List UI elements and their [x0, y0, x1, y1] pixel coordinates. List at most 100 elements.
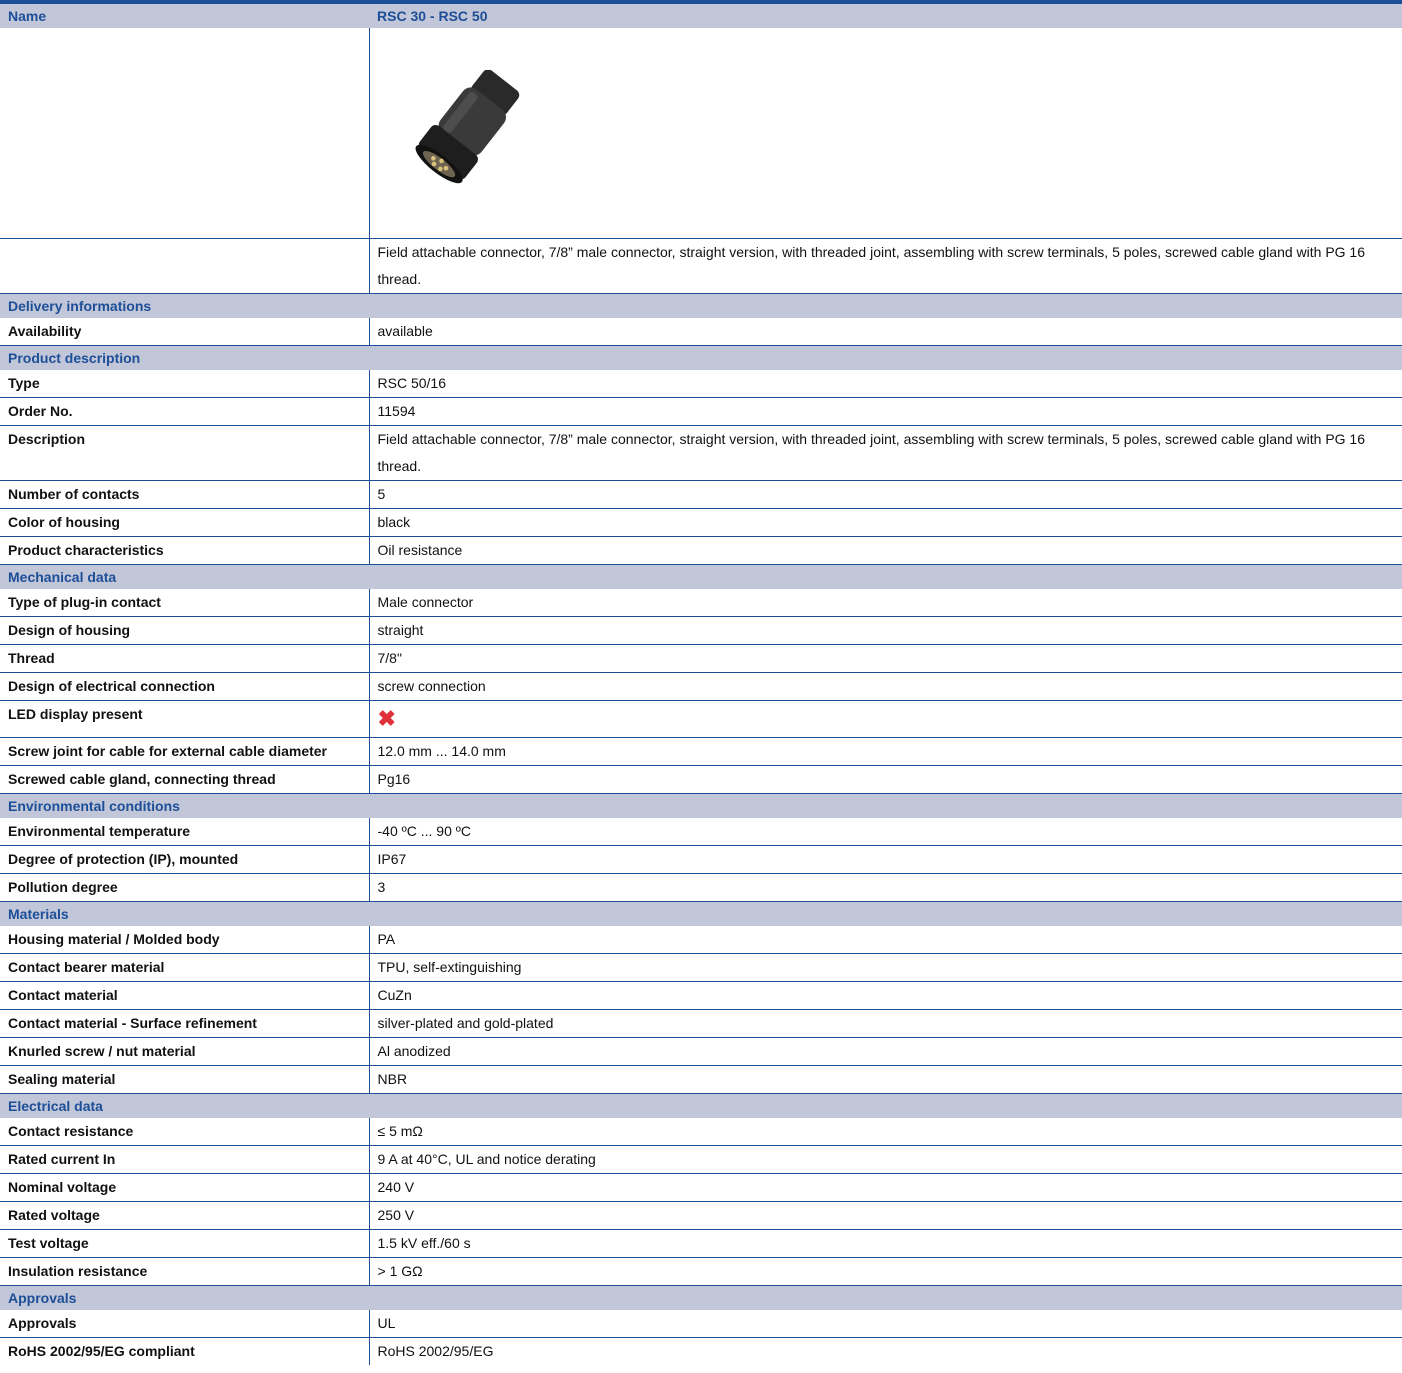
spec-value: 12.0 mm ... 14.0 mm — [368, 737, 1402, 766]
spec-label: Contact material - Surface refinement — [0, 1009, 369, 1038]
spec-row-test-voltage: Test voltage 1.5 kV eff./60 s — [0, 1229, 1402, 1258]
spec-label: Screw joint for cable for external cable… — [0, 737, 369, 766]
spec-label: Degree of protection (IP), mounted — [0, 845, 369, 874]
spec-row-rated-voltage: Rated voltage 250 V — [0, 1201, 1402, 1230]
spec-label: Product characteristics — [0, 536, 369, 565]
spec-label: Screwed cable gland, connecting thread — [0, 765, 369, 794]
spec-label: Sealing material — [0, 1065, 369, 1094]
spec-label: Environmental temperature — [0, 818, 369, 846]
product-image — [415, 70, 519, 184]
spec-row-type: Type RSC 50/16 — [0, 370, 1402, 398]
section-title: Environmental conditions — [0, 793, 1402, 818]
spec-value: RSC 50/16 — [368, 370, 1402, 398]
spec-value: 5 — [368, 480, 1402, 509]
spec-label: Availability — [0, 318, 369, 346]
spec-label: Contact resistance — [0, 1118, 369, 1146]
spec-value: CuZn — [368, 981, 1402, 1010]
spec-value: PA — [368, 926, 1402, 954]
spec-value: NBR — [368, 1065, 1402, 1094]
section-product: Product description — [0, 345, 1402, 370]
spec-row-insulation-resistance: Insulation resistance > 1 GΩ — [0, 1257, 1402, 1286]
name-header-value: RSC 30 - RSC 50 — [369, 4, 1402, 28]
spec-label: Housing material / Molded body — [0, 926, 369, 954]
intro-description-row: Field attachable connector, 7/8” male co… — [0, 238, 1402, 294]
spec-label: Description — [0, 425, 369, 481]
spec-row-contact-bearer-material: Contact bearer material TPU, self-exting… — [0, 953, 1402, 982]
spec-row-led-display: LED display present ✖ — [0, 700, 1402, 738]
spec-row-cable-gland-thread: Screwed cable gland, connecting thread P… — [0, 765, 1402, 794]
spec-row-availability: Availability available — [0, 318, 1402, 346]
section-materials: Materials — [0, 901, 1402, 926]
section-title: Approvals — [0, 1285, 1402, 1310]
spec-value: > 1 GΩ — [368, 1257, 1402, 1286]
spec-row-design-of-housing: Design of housing straight — [0, 616, 1402, 645]
section-delivery: Delivery informations — [0, 293, 1402, 318]
spec-value: ≤ 5 mΩ — [368, 1118, 1402, 1146]
spec-label: Test voltage — [0, 1229, 369, 1258]
spec-value: 7/8" — [368, 644, 1402, 673]
spec-row-surface-refinement: Contact material - Surface refinement si… — [0, 1009, 1402, 1038]
spec-value: 11594 — [368, 397, 1402, 426]
spec-value: UL — [368, 1310, 1402, 1338]
spec-label: LED display present — [0, 700, 369, 738]
spec-row-contact-material: Contact material CuZn — [0, 981, 1402, 1010]
section-title: Product description — [0, 345, 1402, 370]
spec-value: silver-plated and gold-plated — [368, 1009, 1402, 1038]
spec-value: screw connection — [368, 672, 1402, 701]
section-title: Electrical data — [0, 1093, 1402, 1118]
spec-row-color-of-housing: Color of housing black — [0, 508, 1402, 537]
section-mechanical: Mechanical data — [0, 564, 1402, 589]
spec-label: Rated current In — [0, 1145, 369, 1174]
spec-label: Order No. — [0, 397, 369, 426]
spec-value: 240 V — [368, 1173, 1402, 1202]
spec-value: TPU, self-extinguishing — [368, 953, 1402, 982]
section-title: Delivery informations — [0, 293, 1402, 318]
product-datasheet-table: Name RSC 30 - RSC 50 Field attachable co… — [0, 4, 1402, 1365]
spec-value: black — [368, 508, 1402, 537]
section-title: Mechanical data — [0, 564, 1402, 589]
intro-description: Field attachable connector, 7/8” male co… — [368, 238, 1402, 294]
section-environmental: Environmental conditions — [0, 793, 1402, 818]
spec-label: Contact material — [0, 981, 369, 1010]
name-header-row: Name RSC 30 - RSC 50 — [0, 4, 1402, 28]
spec-label: Design of electrical connection — [0, 672, 369, 701]
spec-row-rated-current: Rated current In 9 A at 40°C, UL and not… — [0, 1145, 1402, 1174]
spec-row-cable-diameter: Screw joint for cable for external cable… — [0, 737, 1402, 766]
spec-label: RoHS 2002/95/EG compliant — [8, 1343, 195, 1359]
spec-value: 9 A at 40°C, UL and notice derating — [368, 1145, 1402, 1174]
spec-value: straight — [368, 616, 1402, 645]
spec-value: 250 V — [368, 1201, 1402, 1230]
spec-label: Color of housing — [0, 508, 369, 537]
spec-row-thread: Thread 7/8" — [0, 644, 1402, 673]
spec-label: Type of plug-in contact — [0, 589, 369, 617]
spec-row-number-of-contacts: Number of contacts 5 — [0, 480, 1402, 509]
spec-value: RoHS 2002/95/EG — [368, 1337, 1402, 1365]
spec-value: Male connector — [368, 589, 1402, 617]
section-electrical: Electrical data — [0, 1093, 1402, 1118]
spec-value: Oil resistance — [368, 536, 1402, 565]
spec-row-product-characteristics: Product characteristics Oil resistance — [0, 536, 1402, 565]
spec-row-nominal-voltage: Nominal voltage 240 V — [0, 1173, 1402, 1202]
spec-row-sealing-material: Sealing material NBR — [0, 1065, 1402, 1094]
image-row — [0, 28, 1402, 239]
spec-label: Thread — [0, 644, 369, 673]
section-title: Materials — [0, 901, 1402, 926]
spec-row-pollution-degree: Pollution degree 3 — [0, 873, 1402, 902]
spec-label: Contact bearer material — [0, 953, 369, 982]
x-mark-icon: ✖ — [377, 706, 396, 731]
spec-row-contact-resistance: Contact resistance ≤ 5 mΩ — [0, 1118, 1402, 1146]
spec-row-order-no: Order No. 11594 — [0, 397, 1402, 426]
spec-row-description: Description Field attachable connector, … — [0, 425, 1402, 481]
spec-value: 3 — [368, 873, 1402, 902]
spec-label: Design of housing — [0, 616, 369, 645]
spec-label: Insulation resistance — [0, 1257, 369, 1286]
spec-value: Al anodized — [368, 1037, 1402, 1066]
spec-value: available — [368, 318, 1402, 346]
section-approvals: Approvals — [0, 1285, 1402, 1310]
spec-row-knurled-screw-material: Knurled screw / nut material Al anodized — [0, 1037, 1402, 1066]
spec-row-temperature: Environmental temperature -40 ºC ... 90 … — [0, 818, 1402, 846]
spec-label: Nominal voltage — [0, 1173, 369, 1202]
spec-row-plug-in-contact: Type of plug-in contact Male connector — [0, 589, 1402, 617]
spec-value: Field attachable connector, 7/8” male co… — [368, 425, 1402, 481]
spec-value: IP67 — [368, 845, 1402, 874]
